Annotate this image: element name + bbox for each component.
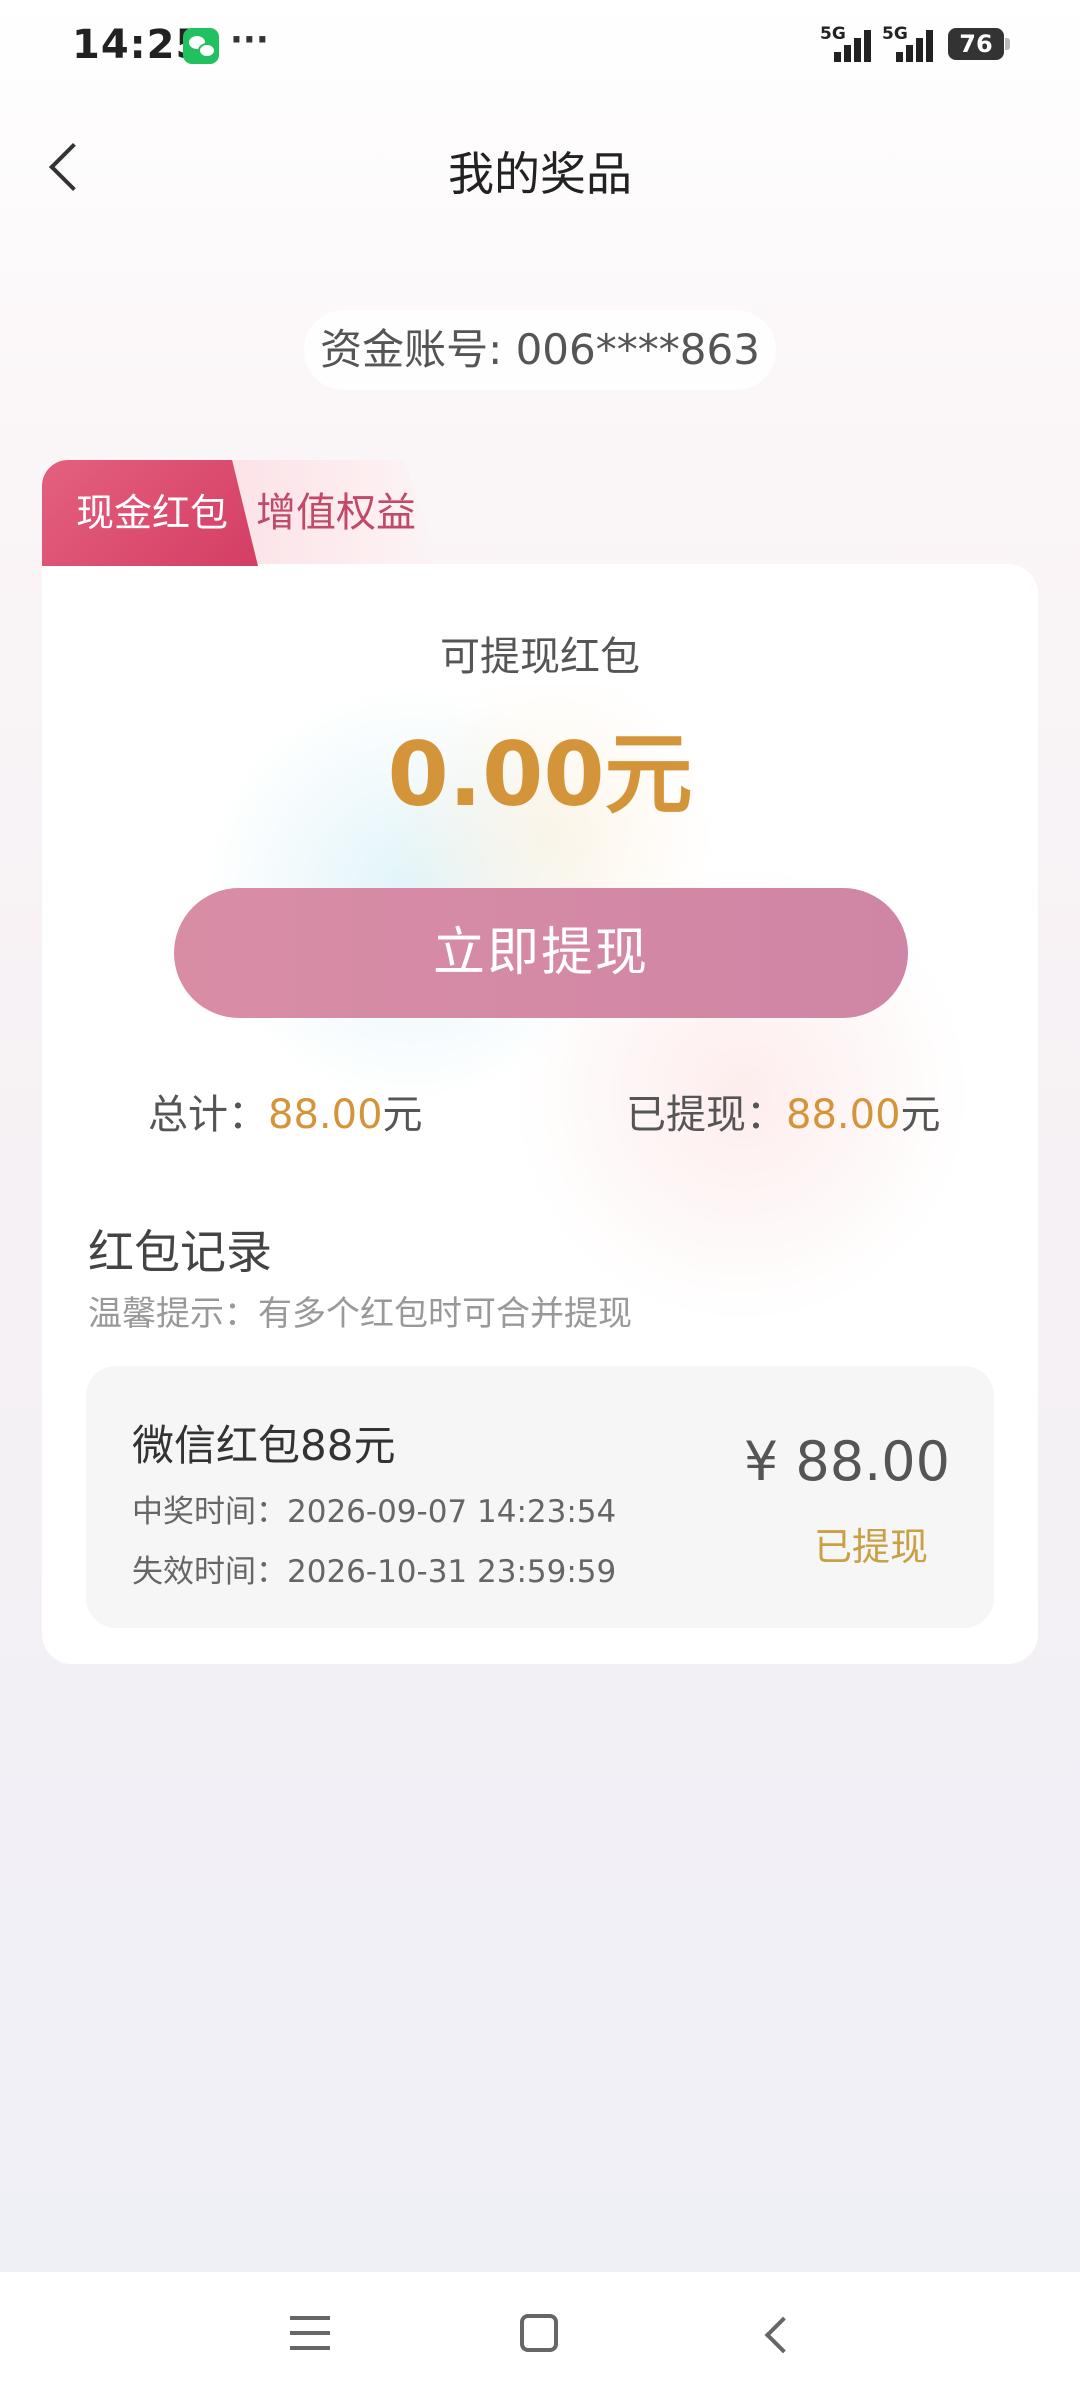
total-stat: 总计：88.00元 xyxy=(148,1082,423,1140)
total-label: 总计： xyxy=(148,1092,268,1138)
signal-icon: 5G xyxy=(820,24,874,64)
record-name: 微信红包88元 xyxy=(132,1421,396,1470)
wechat-icon xyxy=(183,28,219,64)
total-value: 88.00 xyxy=(268,1092,383,1138)
menu-icon[interactable] xyxy=(290,2316,330,2352)
withdrawn-label: 已提现： xyxy=(626,1092,786,1138)
record-title: 红包记录 xyxy=(88,1225,272,1279)
more-notifications-icon: ··· xyxy=(230,20,269,60)
system-nav-bar xyxy=(0,2272,1080,2400)
withdrawable-label: 可提现红包 xyxy=(440,634,640,680)
record-expire-time: 失效时间：2026-10-31 23:59:59 xyxy=(132,1554,617,1590)
withdrawn-value: 88.00 xyxy=(786,1092,901,1138)
withdrawn-stat: 已提现：88.00元 xyxy=(626,1082,941,1140)
list-item[interactable]: 微信红包88元 中奖时间：2026-09-07 14:23:54 失效时间：20… xyxy=(86,1366,994,1628)
red-packet-card: 可提现红包 0.00元 立即提现 总计：88.00元 已提现：88.00元 红包… xyxy=(42,564,1038,1664)
page-title: 我的奖品 xyxy=(448,147,632,201)
network-type: 5G xyxy=(820,24,846,44)
battery-icon: 76 xyxy=(948,28,1010,60)
record-status-badge: 已提现 xyxy=(813,1525,928,1569)
status-bar: 14:25 ··· 5G 5G 76 xyxy=(0,0,1080,90)
withdrawable-amount: 0.00元 xyxy=(387,723,693,826)
network-type: 5G xyxy=(882,24,908,44)
account-number: 资金账号: 006****863 xyxy=(304,310,776,390)
home-icon[interactable] xyxy=(520,2314,558,2352)
record-amount: ¥ 88.00 xyxy=(743,1430,950,1493)
record-tip: 温馨提示：有多个红包时可合并提现 xyxy=(88,1294,632,1334)
tab-cash-red-packet[interactable]: 现金红包 xyxy=(42,460,258,566)
back-icon[interactable] xyxy=(760,2318,792,2350)
withdraw-button[interactable]: 立即提现 xyxy=(174,888,908,1018)
total-unit: 元 xyxy=(382,1092,423,1138)
record-win-time: 中奖时间：2026-09-07 14:23:54 xyxy=(132,1494,617,1530)
signal-icon: 5G xyxy=(882,24,936,64)
withdrawn-unit: 元 xyxy=(900,1092,941,1138)
